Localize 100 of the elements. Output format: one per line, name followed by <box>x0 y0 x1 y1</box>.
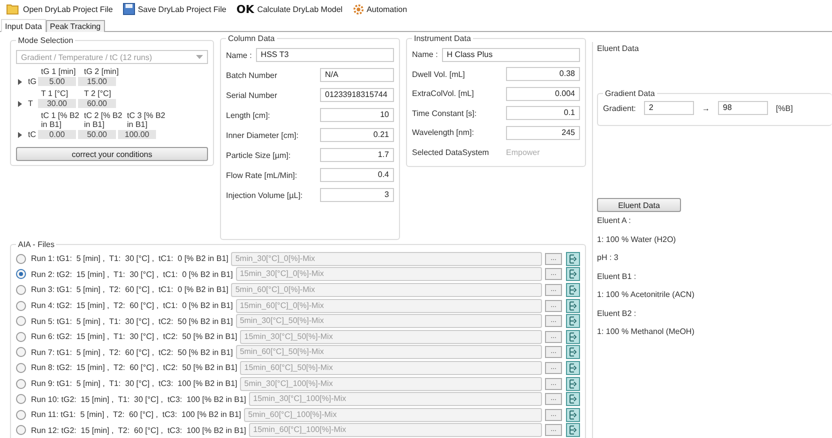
group-title: AIA - Files <box>17 240 56 249</box>
group-title: Gradient Data <box>604 89 656 98</box>
field-label: Wavelength [nm]: <box>412 128 474 138</box>
ok-icon: OK <box>236 2 254 16</box>
eluent-text: Eluent B2 : <box>597 308 636 320</box>
table-cell: 50.00 <box>78 130 116 139</box>
radio-button[interactable] <box>16 269 26 280</box>
run-label: Run 8: tG2: 15 [min] , T2: 60 [°C] , tC2: 50 [% B2 in B1] <box>31 363 238 372</box>
export-icon[interactable] <box>566 267 580 282</box>
run-label: Run 11: tG1: 5 [min] , T2: 60 [°C] , tC3: 100 [% B2 in B1] <box>31 410 242 420</box>
radio-button[interactable] <box>16 316 26 326</box>
input-field[interactable]: 0.21 <box>320 128 394 142</box>
input-field[interactable]: 01233918315744 <box>320 88 394 102</box>
field-label: Name : <box>226 50 252 60</box>
column-header: T 1 [°C] <box>40 89 70 98</box>
save-toolbar-button[interactable]: Save DryLab Project File <box>120 3 228 15</box>
field-label: Time Constant [s]: <box>412 108 477 118</box>
eluent-text: 1: 100 % Acetonitrile (ACN) <box>597 289 694 301</box>
radio-button[interactable] <box>16 254 26 264</box>
input-field[interactable]: 10 <box>320 108 394 122</box>
column-header: tC 3 [% B2 in B1] <box>126 111 166 129</box>
run-label: Run 6: tG2: 15 [min] , T1: 30 [°C] , tC2: 50 [% B2 in B1] <box>31 332 238 342</box>
column-header: tC 2 [% B2 in B1] <box>83 111 124 129</box>
export-icon[interactable] <box>566 282 580 297</box>
field-value: Empower <box>506 148 541 157</box>
column-header: tG 1 [min] <box>40 67 77 76</box>
eluent-text: pH : 3 <box>597 252 618 264</box>
table-cell: 15.00 <box>78 77 116 86</box>
radio-button[interactable] <box>16 378 26 389</box>
field-label: Inner Diameter [cm]: <box>226 130 298 140</box>
eluent-text: Eluent A : <box>597 215 631 227</box>
group-title: Instrument Data <box>413 34 472 43</box>
run-label: Run 2: tG2: 15 [min] , T1: 30 [°C] , tC1: 0 [% B2 in B1] <box>31 270 233 279</box>
radio-button[interactable] <box>16 362 26 373</box>
input-field[interactable]: H Class Plus <box>442 48 580 62</box>
export-icon[interactable] <box>566 360 580 375</box>
table-cell: 100.00 <box>118 130 156 139</box>
radio-button[interactable] <box>16 347 26 358</box>
radio-button[interactable] <box>16 394 26 404</box>
column-header: T 2 [°C] <box>83 89 112 98</box>
field-label: Flow Rate [mL/Min]: <box>226 170 298 180</box>
input-field[interactable]: 2 <box>644 101 694 115</box>
export-icon[interactable] <box>566 392 580 406</box>
tab[interactable]: Peak Tracking <box>46 20 105 32</box>
export-icon[interactable] <box>566 330 580 344</box>
radio-button[interactable] <box>16 332 26 342</box>
input-field[interactable]: 245 <box>506 126 580 140</box>
run-label: Run 9: tG1: 5 [min] , T1: 30 [°C] , tC3: 100 [% B2 in B1] <box>31 379 238 388</box>
column-header: tG 2 [min] <box>83 67 120 76</box>
run-label: Run 3: tG1: 5 [min] , T2: 60 [°C] , tC1: 0 [% B2 in B1] <box>31 285 228 294</box>
tab[interactable]: Input Data <box>1 19 46 32</box>
row-label: tG <box>28 77 38 86</box>
correct-conditions-button[interactable]: correct your conditions <box>16 147 208 161</box>
row-pointer-icon <box>18 78 22 84</box>
export-icon[interactable] <box>566 298 580 313</box>
field-label: Name : <box>412 50 438 60</box>
run-label: Run 5: tG1: 5 [min] , T1: 30 [°C] , tC2: 50 [% B2 in B1] <box>31 316 233 326</box>
input-field[interactable]: HSS T3 <box>256 48 394 62</box>
export-icon[interactable] <box>566 345 580 360</box>
input-field[interactable]: 0.1 <box>506 106 580 120</box>
input-field[interactable]: 0.004 <box>506 86 580 101</box>
gear-toolbar-button[interactable]: Automation <box>350 4 410 14</box>
field-label: ExtraColVol. [mL] <box>412 89 474 98</box>
eluent-data-button[interactable]: Eluent Data <box>597 198 681 212</box>
field-label: Serial Number <box>226 90 278 100</box>
ok-toolbar-button[interactable]: OK Calculate DryLab Model <box>234 2 345 16</box>
open-toolbar-button[interactable]: Open DryLab Project File <box>4 3 115 15</box>
radio-button[interactable] <box>16 300 26 311</box>
export-icon[interactable] <box>566 376 580 391</box>
export-icon[interactable] <box>566 314 580 328</box>
field-label: Gradient: <box>603 104 636 112</box>
run-label: Run 7: tG1: 5 [min] , T2: 60 [°C] , tC2: 50 [% B2 in B1] <box>31 348 233 357</box>
radio-button[interactable] <box>16 425 26 436</box>
export-icon[interactable] <box>566 423 580 438</box>
input-field[interactable]: N/A <box>320 68 394 82</box>
input-field[interactable]: 3 <box>320 188 394 202</box>
input-field[interactable]: 0.38 <box>506 67 580 82</box>
input-field[interactable]: 98 <box>718 101 768 115</box>
run-label: Run 1: tG1: 5 [min] , T1: 30 [°C] , tC1: 0 [% B2 in B1] <box>31 254 228 264</box>
field-label: Batch Number <box>226 70 278 80</box>
eluent-text: 1: 100 % Methanol (MeOH) <box>597 326 694 338</box>
field-label: Injection Volume [µL]: <box>226 190 303 200</box>
save-icon <box>122 3 135 15</box>
export-icon[interactable] <box>566 408 580 422</box>
row-pointer-icon <box>18 132 22 138</box>
table-cell: 60.00 <box>78 99 116 108</box>
field-label: Selected DataSystem <box>412 148 489 157</box>
export-icon[interactable] <box>566 252 580 266</box>
field-label: Dwell Vol. [mL] <box>412 70 465 79</box>
group-title: Column Data <box>227 34 276 43</box>
radio-button[interactable] <box>16 410 26 420</box>
table-cell: 5.00 <box>38 77 76 86</box>
radio-button[interactable] <box>16 284 26 295</box>
run-label: Run 12: tG2: 15 [min] , T2: 60 [°C] , tC3: 100 [% B2 in B1] <box>31 426 246 435</box>
arrow-glyph: → <box>702 104 710 112</box>
table-cell: 30.00 <box>38 99 76 108</box>
input-field[interactable]: 0.4 <box>320 168 394 182</box>
caret-icon <box>196 55 203 59</box>
input-field[interactable]: 1.7 <box>320 148 394 162</box>
run-label: Run 4: tG2: 15 [min] , T2: 60 [°C] , tC1: 0 [% B2 in B1] <box>31 301 233 310</box>
